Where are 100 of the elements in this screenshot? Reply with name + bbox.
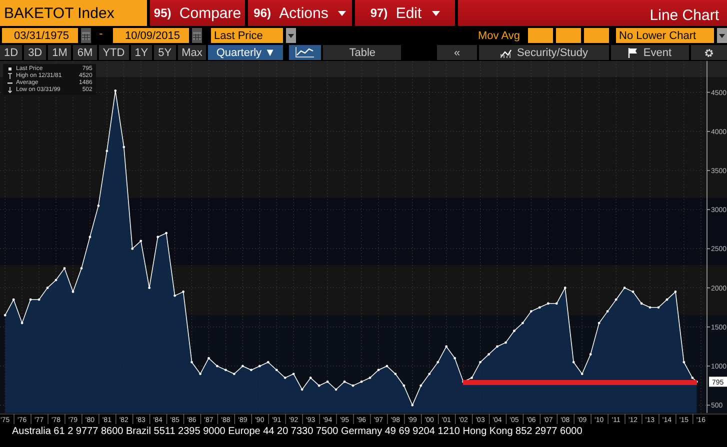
flag-icon xyxy=(628,48,638,58)
data-point xyxy=(420,384,422,387)
data-point xyxy=(666,298,668,301)
chart-type-label: Line Chart xyxy=(650,7,719,24)
mov-avg-field[interactable] xyxy=(528,28,553,43)
data-point xyxy=(258,364,261,368)
period-button[interactable]: 3D xyxy=(24,45,46,60)
period-button[interactable]: 5Y xyxy=(154,45,176,60)
calendar-icon[interactable] xyxy=(192,28,202,43)
data-point xyxy=(300,388,304,391)
data-point xyxy=(648,306,652,309)
data-point xyxy=(657,306,660,309)
data-point xyxy=(326,380,329,383)
data-point xyxy=(199,372,202,376)
data-point xyxy=(538,306,541,309)
data-point xyxy=(368,376,372,379)
data-point xyxy=(72,290,74,293)
lower-chart-dropdown[interactable]: No Lower Chart xyxy=(616,28,714,43)
table-view-button[interactable]: Table xyxy=(323,45,402,60)
period-button[interactable]: 1M xyxy=(48,45,72,60)
data-point xyxy=(97,204,100,207)
data-point xyxy=(589,353,592,356)
data-point xyxy=(148,286,151,290)
data-point xyxy=(522,322,524,324)
data-point xyxy=(208,357,210,360)
data-point xyxy=(504,341,507,344)
data-point xyxy=(640,302,643,305)
data-point xyxy=(674,290,677,293)
date-separator: - xyxy=(98,28,104,42)
chart-icon xyxy=(500,48,512,58)
data-point xyxy=(88,236,92,238)
data-point xyxy=(623,286,626,290)
data-point xyxy=(224,368,227,372)
data-point xyxy=(29,298,32,301)
data-point xyxy=(682,360,686,364)
data-point xyxy=(318,384,320,387)
data-point xyxy=(20,322,24,324)
data-point xyxy=(488,353,490,356)
data-point xyxy=(233,372,236,376)
line-chart-view-button[interactable] xyxy=(289,45,322,60)
data-point xyxy=(479,360,482,364)
data-point xyxy=(394,372,397,376)
data-point xyxy=(46,286,49,290)
security-field[interactable]: BAKETOT Index xyxy=(0,0,147,26)
data-point xyxy=(632,290,634,293)
data-point xyxy=(352,384,354,387)
data-point xyxy=(470,376,473,379)
data-point xyxy=(174,294,176,297)
data-point xyxy=(546,302,550,305)
data-point xyxy=(4,314,6,316)
data-point xyxy=(513,330,516,332)
data-point xyxy=(496,345,498,348)
data-point xyxy=(691,376,694,379)
data-point xyxy=(190,360,193,364)
data-point xyxy=(606,310,609,312)
calendar-icon[interactable] xyxy=(81,28,91,43)
start-date-field[interactable]: 03/31/1975 xyxy=(2,28,78,43)
settings-icon[interactable] xyxy=(691,45,727,60)
data-point xyxy=(377,368,380,372)
event-button[interactable]: Event xyxy=(611,45,689,60)
contact-line: Australia 61 2 9777 8600 Brazil 5511 2395 9000 Europe 44 20 7330 7500 Germany 49 69 9204 1210 Hong Kong 852 2977 6000 xyxy=(11,426,584,437)
data-point xyxy=(343,380,346,383)
data-point xyxy=(122,146,126,148)
frequency-dropdown[interactable]: Quarterly ▼ xyxy=(208,45,284,60)
data-point xyxy=(402,384,406,387)
data-point xyxy=(564,286,566,290)
period-button[interactable]: 6M xyxy=(73,45,97,60)
period-button[interactable]: Max xyxy=(178,45,206,60)
data-point xyxy=(216,364,218,368)
data-point xyxy=(445,345,448,348)
menu-button[interactable]: 96) Actions xyxy=(248,0,352,26)
data-point xyxy=(54,278,58,282)
period-button[interactable]: YTD xyxy=(98,45,129,60)
data-point xyxy=(250,368,252,372)
data-point xyxy=(275,368,278,372)
data-point xyxy=(80,267,83,270)
menu-button[interactable]: 97) Edit xyxy=(355,0,455,26)
mov-avg-field[interactable] xyxy=(584,28,609,43)
data-point xyxy=(106,150,108,152)
data-point xyxy=(140,240,142,242)
data-point xyxy=(530,310,532,312)
data-point xyxy=(614,298,618,301)
data-point xyxy=(242,364,244,368)
menu-button[interactable]: 95) Compare xyxy=(150,0,245,26)
security-study-button[interactable]: Security/Study xyxy=(479,45,609,60)
data-point xyxy=(266,360,270,364)
data-point xyxy=(428,372,431,376)
period-button[interactable]: 1Y xyxy=(130,45,152,60)
mov-avg-field[interactable] xyxy=(556,28,581,43)
price-field-dropdown[interactable]: Last Price xyxy=(211,28,283,43)
end-date-field[interactable]: 10/09/2015 xyxy=(113,28,189,43)
period-button[interactable]: 1D xyxy=(0,45,22,60)
data-point xyxy=(598,322,600,324)
data-point xyxy=(572,360,575,364)
back-button[interactable]: « xyxy=(437,45,477,60)
data-point xyxy=(165,232,168,234)
data-point xyxy=(334,388,338,391)
data-point xyxy=(156,236,160,238)
data-point xyxy=(436,360,440,364)
data-point xyxy=(292,372,295,376)
